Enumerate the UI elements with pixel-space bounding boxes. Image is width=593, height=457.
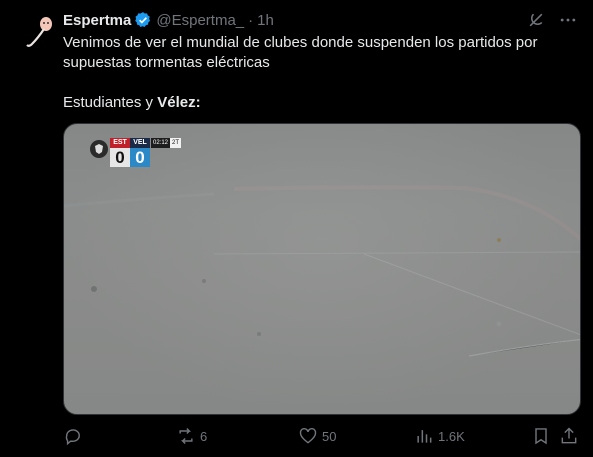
like-button[interactable]: 50: [298, 426, 336, 446]
more-options-icon[interactable]: [557, 9, 579, 31]
separator-dot: ·: [248, 11, 254, 29]
post-text-bold: Vélez:: [157, 94, 201, 111]
action-bar: 6 50 1.6K: [58, 426, 586, 450]
grok-icon[interactable]: [525, 9, 547, 31]
retweet-button[interactable]: 6: [176, 426, 207, 446]
bookmark-button[interactable]: [531, 426, 551, 446]
heart-icon: [299, 428, 317, 444]
author-handle[interactable]: @Espertma_: [156, 12, 244, 29]
post-text-line2: Estudiantes y Vélez:: [63, 94, 201, 111]
post-text-line1: Venimos de ver el mundial de clubes dond…: [63, 34, 538, 71]
like-count: 50: [322, 428, 337, 444]
match-clock: 02:12: [151, 138, 171, 148]
avatar[interactable]: [20, 12, 60, 52]
home-team-code: EST: [110, 138, 130, 148]
post-time[interactable]: 1h: [257, 12, 274, 29]
bookmark-icon: [535, 428, 547, 445]
broadcaster-logo-icon: [90, 140, 108, 158]
retweet-count: 6: [200, 428, 208, 444]
author-name[interactable]: Espertma: [63, 12, 131, 29]
verified-badge-icon: [134, 11, 152, 29]
match-period: 2T: [170, 138, 182, 148]
post-text: Venimos de ver el mundial de clubes dond…: [63, 33, 573, 113]
views-button[interactable]: 1.6K: [414, 426, 465, 446]
views-chart-icon: [417, 430, 432, 443]
reply-button[interactable]: [63, 426, 87, 446]
share-icon: [561, 427, 577, 444]
share-button[interactable]: [559, 426, 579, 446]
views-count: 1.6K: [438, 428, 465, 444]
home-score: 0: [110, 148, 130, 167]
scoreboard: EST VEL 0 0 02:12 2T: [90, 138, 182, 167]
reply-icon: [65, 429, 80, 446]
away-team-code: VEL: [130, 138, 150, 148]
retweet-icon: [179, 427, 193, 445]
post-header: Espertma @Espertma_ · 1h: [63, 10, 579, 30]
post-media-image[interactable]: EST VEL 0 0 02:12 2T: [63, 123, 581, 415]
away-score: 0: [130, 148, 150, 167]
